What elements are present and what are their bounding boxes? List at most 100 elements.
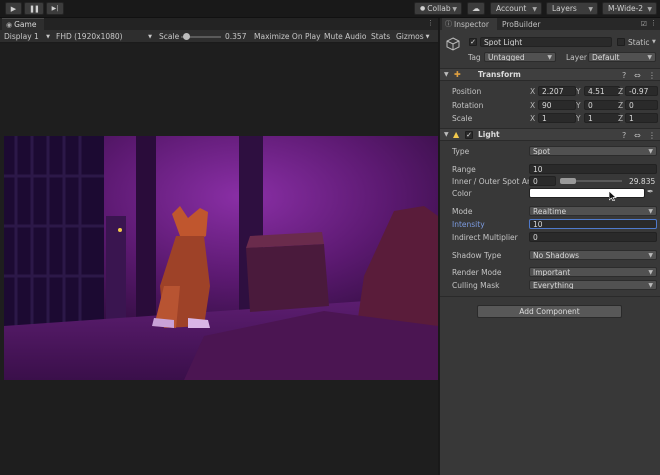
rotation-z-input[interactable]: 0	[625, 100, 658, 110]
preset-icon[interactable]: ⇔	[634, 131, 641, 140]
cloud-icon: ☁	[472, 4, 480, 13]
preset-icon[interactable]: ⇔	[634, 71, 641, 80]
light-range-row: Range 10	[440, 163, 660, 175]
culling-mask-row: Culling Mask Everything ▼	[440, 279, 660, 291]
scene-render-image	[4, 136, 438, 380]
add-component-button[interactable]: Add Component	[477, 305, 622, 318]
axis-z-label: Z	[618, 86, 624, 96]
inner-angle-input[interactable]: 0	[529, 176, 556, 186]
transform-row-position: Position X 2.207 Y 4.51 Z -0.97	[440, 85, 660, 97]
spot-angle-slider[interactable]	[560, 178, 622, 184]
static-checkbox[interactable]	[617, 38, 625, 46]
pause-button[interactable]: ❚❚	[24, 2, 44, 15]
tag-dropdown[interactable]: Untagged ▼	[484, 52, 556, 62]
axis-x-label: X	[530, 113, 536, 123]
mouse-cursor	[608, 190, 617, 202]
tab-game[interactable]: ◉ Game	[2, 18, 44, 30]
indirect-multiplier-input[interactable]: 0	[529, 232, 657, 242]
play-button[interactable]: ▶	[5, 2, 22, 15]
lock-icon[interactable]: ☑	[641, 20, 647, 28]
scale-y-input[interactable]: 1	[584, 113, 620, 123]
gizmos-dropdown[interactable]: Gizmos ▼	[396, 30, 430, 43]
tab-probuilder[interactable]: ProBuilder	[502, 18, 552, 30]
main-toolbar: ▶ ❚❚ ▶| ● Collab ▼ ☁ Account ▼ Layers ▼ …	[0, 0, 660, 18]
transform-title: Transform	[478, 70, 521, 79]
collab-icon: ●	[420, 5, 426, 12]
position-y-input[interactable]: 4.51	[584, 86, 620, 96]
menu-icon[interactable]: ⋮	[427, 19, 434, 27]
object-name-input[interactable]: Spot Light	[480, 37, 612, 47]
axis-z-label: Z	[618, 100, 624, 110]
account-dropdown[interactable]: Account ▼	[490, 2, 542, 15]
chevron-down-icon: ▼	[648, 282, 653, 289]
axis-z-label: Z	[618, 113, 624, 123]
light-type-dropdown[interactable]: Spot ▼	[529, 146, 657, 156]
scale-slider-handle[interactable]	[183, 33, 190, 40]
light-intensity-row: Intensity 10	[440, 218, 660, 230]
layer-dropdown[interactable]: Default ▼	[588, 52, 656, 62]
layer-label: Layer	[566, 53, 587, 62]
scale-slider[interactable]	[181, 30, 221, 43]
axis-y-label: Y	[576, 113, 581, 123]
display-dropdown[interactable]: Display 1 ▼	[4, 30, 52, 43]
layers-dropdown[interactable]: Layers ▼	[546, 2, 598, 15]
render-mode-row: Render Mode Important ▼	[440, 266, 660, 278]
color-swatch[interactable]	[529, 188, 645, 198]
light-title: Light	[478, 130, 500, 139]
transform-row-scale: Scale X 1 Y 1 Z 1	[440, 112, 660, 124]
inspector-tab-bar: ⓘ Inspector ProBuilder ☑ ⋮	[440, 18, 660, 30]
position-z-input[interactable]: -0.97	[625, 86, 658, 96]
chevron-down-icon: ▼	[647, 54, 652, 61]
light-enabled-checkbox[interactable]: ✓	[465, 131, 473, 139]
chevron-down-icon: ▼	[46, 33, 50, 40]
resolution-dropdown[interactable]: FHD (1920x1080) ▼	[56, 30, 154, 43]
tab-inspector[interactable]: ⓘ Inspector	[442, 18, 497, 30]
help-icon[interactable]: ?	[622, 131, 626, 140]
active-checkbox[interactable]: ✓	[469, 38, 477, 46]
position-x-input[interactable]: 2.207	[538, 86, 576, 96]
menu-icon[interactable]: ⋮	[650, 19, 657, 27]
shadow-type-dropdown[interactable]: No Shadows ▼	[529, 250, 657, 260]
rotation-x-input[interactable]: 90	[538, 100, 576, 110]
spot-angle-slider-range[interactable]	[560, 178, 576, 184]
outer-angle-input[interactable]: 29.835	[626, 176, 657, 186]
tab-game-label: Game	[14, 20, 37, 29]
light-type-row: Type Spot ▼	[440, 145, 660, 157]
light-header[interactable]: ▼ ▲ ✓ Light ? ⇔ ⋮	[440, 128, 660, 141]
light-mode-dropdown[interactable]: Realtime ▼	[529, 206, 657, 216]
culling-mask-dropdown[interactable]: Everything ▼	[529, 280, 657, 290]
collab-dropdown[interactable]: ● Collab ▼	[414, 2, 462, 15]
scale-z-input[interactable]: 1	[625, 113, 658, 123]
chevron-down-icon[interactable]: ▼	[652, 39, 656, 45]
help-icon[interactable]: ?	[622, 71, 626, 80]
tag-label: Tag	[468, 53, 481, 62]
layout-dropdown[interactable]: M-Wide-2 ▼	[602, 2, 657, 15]
axis-y-label: Y	[576, 86, 581, 96]
rotation-y-input[interactable]: 0	[584, 100, 620, 110]
light-bulb-icon: ▲	[453, 130, 460, 139]
step-button[interactable]: ▶|	[46, 2, 64, 15]
static-label: Static	[628, 38, 650, 47]
axis-x-label: X	[530, 100, 536, 110]
scale-value: 0.357	[225, 32, 247, 41]
cloud-button[interactable]: ☁	[467, 2, 485, 15]
stats-toggle[interactable]: Stats	[371, 30, 390, 43]
render-mode-dropdown[interactable]: Important ▼	[529, 267, 657, 277]
intensity-input[interactable]: 10	[529, 219, 657, 229]
range-input[interactable]: 10	[529, 164, 657, 174]
chevron-down-icon: ▼	[532, 6, 537, 13]
game-controller-icon: ◉	[6, 20, 13, 29]
game-render-view[interactable]	[4, 136, 438, 380]
scale-x-input[interactable]: 1	[538, 113, 576, 123]
light-color-row: Color ✒	[452, 187, 654, 198]
foldout-arrow-icon: ▼	[444, 131, 449, 138]
chevron-down-icon: ▼	[148, 33, 152, 40]
eyedropper-icon[interactable]: ✒	[647, 187, 654, 196]
menu-icon[interactable]: ⋮	[648, 131, 656, 140]
chevron-down-icon: ▼	[547, 54, 552, 61]
maximize-on-play-toggle[interactable]: Maximize On Play	[254, 30, 321, 43]
chevron-down-icon: ▼	[648, 148, 653, 155]
transform-header[interactable]: ▼ ✚ Transform ? ⇔ ⋮	[440, 68, 660, 81]
menu-icon[interactable]: ⋮	[648, 71, 656, 80]
mute-audio-toggle[interactable]: Mute Audio	[324, 30, 366, 43]
